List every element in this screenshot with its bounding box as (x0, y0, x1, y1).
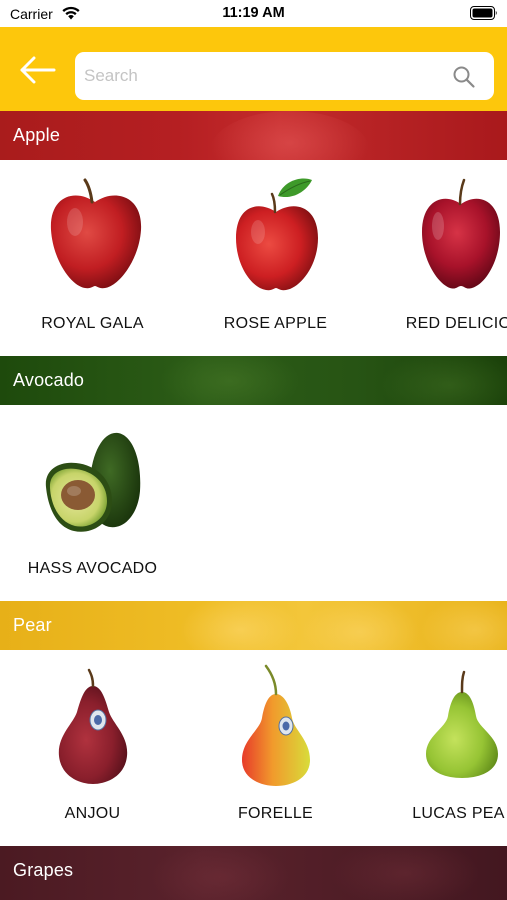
battery-icon (470, 6, 497, 20)
fruit-name: LUCAS PEA (412, 805, 505, 822)
fruit-item-hass-avocado[interactable]: HASS AVOCADO (0, 405, 170, 601)
avocado-image (45, 432, 141, 532)
category-header-apple: Apple (0, 111, 507, 160)
fruit-item-lucas-pear[interactable]: LUCAS PEA (366, 650, 507, 846)
red-delicious-apple-image (422, 178, 500, 289)
fruit-name: HASS AVOCADO (27, 560, 158, 577)
category-items-avocado: HASS AVOCADO (0, 405, 507, 601)
red-pear-image (58, 668, 128, 784)
fruit-name: ANJOU (64, 805, 121, 822)
fruit-item-rose-apple[interactable]: ROSE APPLE (183, 160, 353, 356)
category-title: Grapes (13, 860, 74, 880)
fruit-name: ROYAL GALA (41, 315, 144, 332)
category-items-pear: ANJOU FORELLE LUCAS PEA (0, 650, 507, 846)
forelle-pear-image (242, 664, 310, 786)
category-header-avocado: Avocado (0, 356, 507, 405)
search-box[interactable] (75, 52, 494, 100)
fruit-item-forelle[interactable]: FORELLE (183, 650, 353, 846)
fruit-item-anjou[interactable]: ANJOU (0, 650, 170, 846)
fruit-item-red-delicious[interactable]: RED DELICIO (366, 160, 507, 356)
fruit-name: FORELLE (237, 805, 313, 822)
back-arrow-icon[interactable] (18, 56, 58, 84)
green-pear-image (426, 670, 498, 778)
category-title: Pear (13, 615, 52, 635)
category-header-grapes: Grapes (0, 846, 507, 900)
apple-with-leaf-image (236, 178, 318, 291)
header-bar (0, 27, 507, 111)
status-time: 11:19 AM (222, 5, 285, 21)
apple-image (50, 178, 142, 289)
fruit-name: RED DELICIO (405, 315, 507, 332)
search-input[interactable] (75, 52, 435, 100)
fruit-name: ROSE APPLE (223, 315, 328, 332)
status-bar: Carrier 11:19 AM (0, 0, 507, 27)
category-header-pear: Pear (0, 601, 507, 650)
category-items-apple: ROYAL GALA ROSE APPLE RED DELICIO (0, 160, 507, 356)
fruit-item-royal-gala[interactable]: ROYAL GALA (0, 160, 170, 356)
category-title: Avocado (13, 370, 85, 390)
search-icon[interactable] (452, 65, 476, 89)
category-title: Apple (13, 125, 61, 145)
